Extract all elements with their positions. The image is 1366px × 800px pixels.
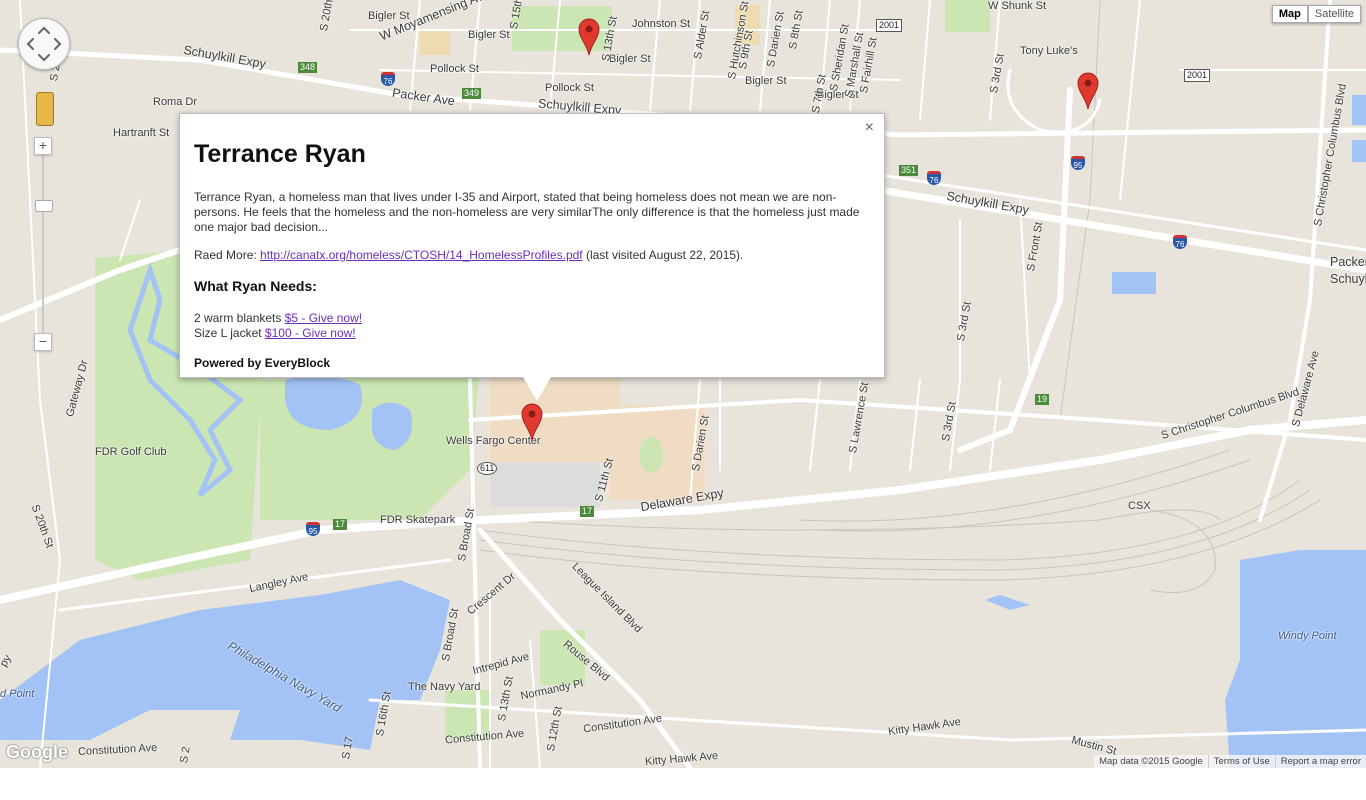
route-shield: 351 [899,165,919,176]
map-type-map-button[interactable]: Map [1271,5,1308,23]
place-label[interactable]: CSX [1128,500,1151,512]
powered-by: Powered by EveryBlock [194,356,331,370]
street-label: W Shunk St [988,0,1047,12]
give-now-link[interactable]: $100 - Give now! [265,326,356,340]
read-more-suffix: (last visited August 22, 2015). [582,248,744,262]
route-shield: 348 [298,62,318,73]
map-canvas[interactable]: Schuylkill Expy W Moyamensing Ave Bigler… [0,0,1366,768]
street-label: Roma Dr [153,96,198,108]
report-map-error-link[interactable]: Report a map error [1274,755,1366,768]
place-label[interactable]: FDR Skatepark [380,514,455,526]
route-shield: 349 [462,88,482,99]
give-now-link[interactable]: $5 - Give now! [285,311,362,325]
close-icon[interactable]: × [865,120,874,136]
info-window-title: Terrance Ryan [194,140,366,168]
interstate-shield: 76 [381,72,395,86]
terms-of-use-link[interactable]: Terms of Use [1207,755,1275,768]
need-item: Size L jacket $100 - Give now! [194,326,362,341]
street-label: Johnston St [632,18,691,30]
map-marker-selected[interactable] [521,403,543,441]
route-shield: 2001 [1184,69,1211,82]
water-label: d Point [0,688,35,700]
street-label: Bigler St [368,10,410,22]
street-label: Pollock St [430,63,479,75]
interstate-shield: 76 [927,171,941,185]
read-more-line: Raed More: http://canatx.org/homeless/CT… [194,248,743,262]
interstate-shield: 95 [306,522,320,536]
street-label: Bigler St [609,53,651,65]
water-label: Windy Point [1278,630,1337,642]
street-label: Packer Ave [1330,255,1366,269]
needs-list: 2 warm blankets $5 - Give now! Size L ja… [194,311,362,341]
read-more-label: Raed More: [194,248,261,262]
route-shield: 2001 [876,19,903,32]
pan-arrows-icon [26,26,62,62]
route-shield: 19 [1035,394,1050,405]
map-attribution: Map data ©2015 Google Terms of Use Repor… [1094,755,1366,768]
street-label: Bigler St [468,29,510,41]
route-shield: 17 [333,519,348,530]
street-label: Pollock St [545,82,594,94]
place-label[interactable]: FDR Golf Club [95,446,167,458]
info-window: × Terrance Ryan Terrance Ryan, a homeles… [179,113,885,401]
needs-heading: What Ryan Needs: [194,278,317,294]
place-label[interactable]: Tony Luke's [1020,45,1078,57]
street-view-pegman-icon[interactable] [36,92,54,126]
street-label: Schuyl [1330,272,1366,286]
zoom-in-button[interactable]: + [34,137,52,155]
interstate-shield: 95 [1071,156,1085,170]
pan-control[interactable] [18,18,70,70]
info-window-description: Terrance Ryan, a homeless man that lives… [194,190,860,234]
info-window-tail [523,377,551,401]
map-marker[interactable] [578,18,600,56]
need-item-label: 2 warm blankets [194,311,285,325]
zoom-slider-track[interactable] [42,137,44,349]
map-type-control: Map Satellite [1271,5,1361,23]
map-type-satellite-button[interactable]: Satellite [1307,5,1361,23]
need-item: 2 warm blankets $5 - Give now! [194,311,362,326]
read-more-link[interactable]: http://canatx.org/homeless/CTOSH/14_Home… [260,248,583,262]
zoom-slider-handle[interactable] [35,200,53,212]
map-data-text: Map data ©2015 Google [1099,756,1203,767]
interstate-shield: 76 [1173,235,1187,249]
street-label: Bigler St [745,75,787,87]
place-label[interactable]: The Navy Yard [408,681,480,693]
street-label: Hartranft St [113,127,170,139]
map-marker[interactable] [1077,72,1099,110]
google-logo[interactable]: Google [6,742,68,763]
route-shield: 17 [580,506,595,517]
need-item-label: Size L jacket [194,326,265,340]
zoom-out-button[interactable]: − [34,333,52,351]
